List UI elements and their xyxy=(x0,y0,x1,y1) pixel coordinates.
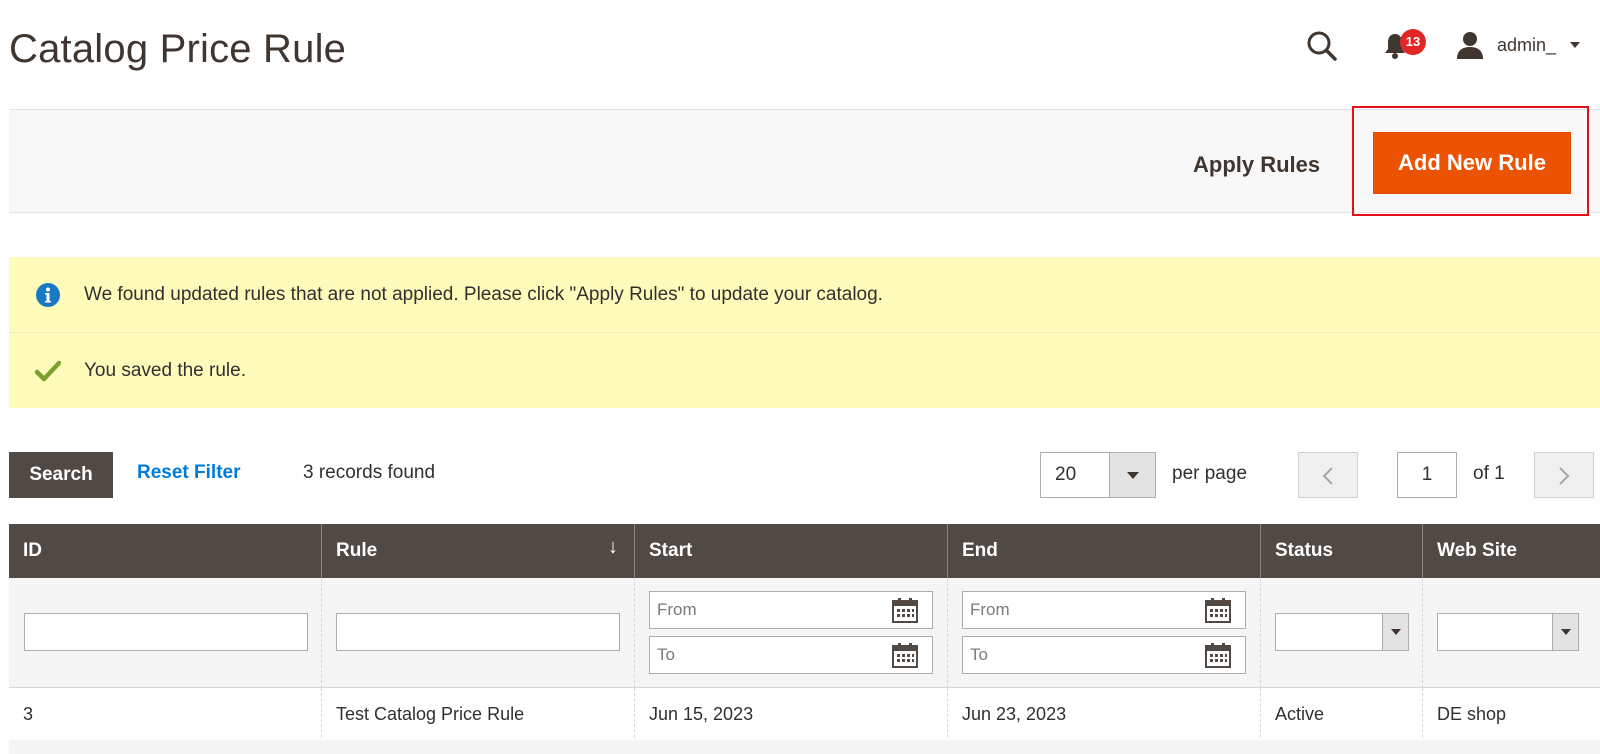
column-header-rule[interactable]: Rule ↓ xyxy=(322,524,635,578)
user-account-menu[interactable]: admin_ xyxy=(1455,28,1581,62)
calendar-icon[interactable] xyxy=(1204,596,1232,624)
per-page-select[interactable]: 20 xyxy=(1040,452,1156,498)
success-message: You saved the rule. xyxy=(9,333,1600,408)
add-new-rule-button[interactable]: Add New Rule xyxy=(1373,132,1571,194)
column-header-website[interactable]: Web Site xyxy=(1423,524,1600,578)
filter-row xyxy=(9,578,1600,688)
calendar-icon[interactable] xyxy=(891,596,919,624)
calendar-icon[interactable] xyxy=(891,641,919,669)
column-header-rule-label: Rule xyxy=(336,540,378,561)
user-name: admin_ xyxy=(1497,34,1557,55)
cell-status: Active xyxy=(1261,688,1423,748)
cell-rule: Test Catalog Price Rule xyxy=(322,688,635,748)
cell-start: Jun 15, 2023 xyxy=(635,688,948,748)
chevron-down-icon xyxy=(1552,614,1578,650)
reset-filter-link[interactable]: Reset Filter xyxy=(137,462,240,484)
status-filter-select[interactable] xyxy=(1275,613,1409,651)
filter-cell-id xyxy=(9,578,322,688)
previous-page-button[interactable] xyxy=(1298,452,1358,498)
chevron-down-icon xyxy=(1570,42,1581,48)
filter-cell-status xyxy=(1261,578,1423,688)
notifications-count-badge[interactable]: 13 xyxy=(1400,29,1426,55)
next-row-stripe xyxy=(9,740,1600,754)
calendar-icon[interactable] xyxy=(1204,641,1232,669)
column-header-end[interactable]: End xyxy=(948,524,1261,578)
filter-cell-website xyxy=(1423,578,1600,688)
info-message: We found updated rules that are not appl… xyxy=(9,257,1600,333)
chevron-down-icon xyxy=(1382,614,1408,650)
website-filter-select[interactable] xyxy=(1437,613,1579,651)
search-button[interactable]: Search xyxy=(9,452,113,498)
table-row[interactable]: 3 Test Catalog Price Rule Jun 15, 2023 J… xyxy=(9,688,1600,748)
next-page-button[interactable] xyxy=(1534,452,1594,498)
info-icon xyxy=(36,282,60,307)
records-count: 3 records found xyxy=(303,462,436,483)
info-message-text: We found updated rules that are not appl… xyxy=(84,283,883,305)
page-total: of 1 xyxy=(1473,463,1505,484)
chevron-right-icon xyxy=(1559,467,1570,485)
cell-id: 3 xyxy=(9,688,322,748)
column-header-status[interactable]: Status xyxy=(1261,524,1423,578)
sort-arrow-icon: ↓ xyxy=(608,536,618,558)
search-icon[interactable] xyxy=(1306,30,1338,62)
id-filter-input[interactable] xyxy=(24,613,308,651)
column-header-start[interactable]: Start xyxy=(635,524,948,578)
chevron-down-icon[interactable] xyxy=(1109,453,1155,497)
column-header-id[interactable]: ID xyxy=(9,524,322,578)
grid-header: ID Rule ↓ Start End Status Web Site xyxy=(9,524,1600,578)
success-message-text: You saved the rule. xyxy=(84,359,246,381)
page-number-input[interactable] xyxy=(1397,452,1457,498)
filter-cell-end xyxy=(948,578,1261,688)
per-page-label: per page xyxy=(1172,463,1248,484)
per-page-value: 20 xyxy=(1055,464,1077,485)
filter-cell-start xyxy=(635,578,948,688)
cell-end: Jun 23, 2023 xyxy=(948,688,1261,748)
cell-website: DE shop xyxy=(1437,704,1507,724)
page-title: Catalog Price Rule xyxy=(9,27,347,71)
user-icon xyxy=(1457,32,1483,59)
apply-rules-button[interactable]: Apply Rules xyxy=(1193,145,1320,185)
rule-filter-input[interactable] xyxy=(336,613,620,651)
filter-cell-rule xyxy=(322,578,635,688)
chevron-left-icon xyxy=(1322,467,1333,485)
checkmark-icon xyxy=(35,360,61,381)
